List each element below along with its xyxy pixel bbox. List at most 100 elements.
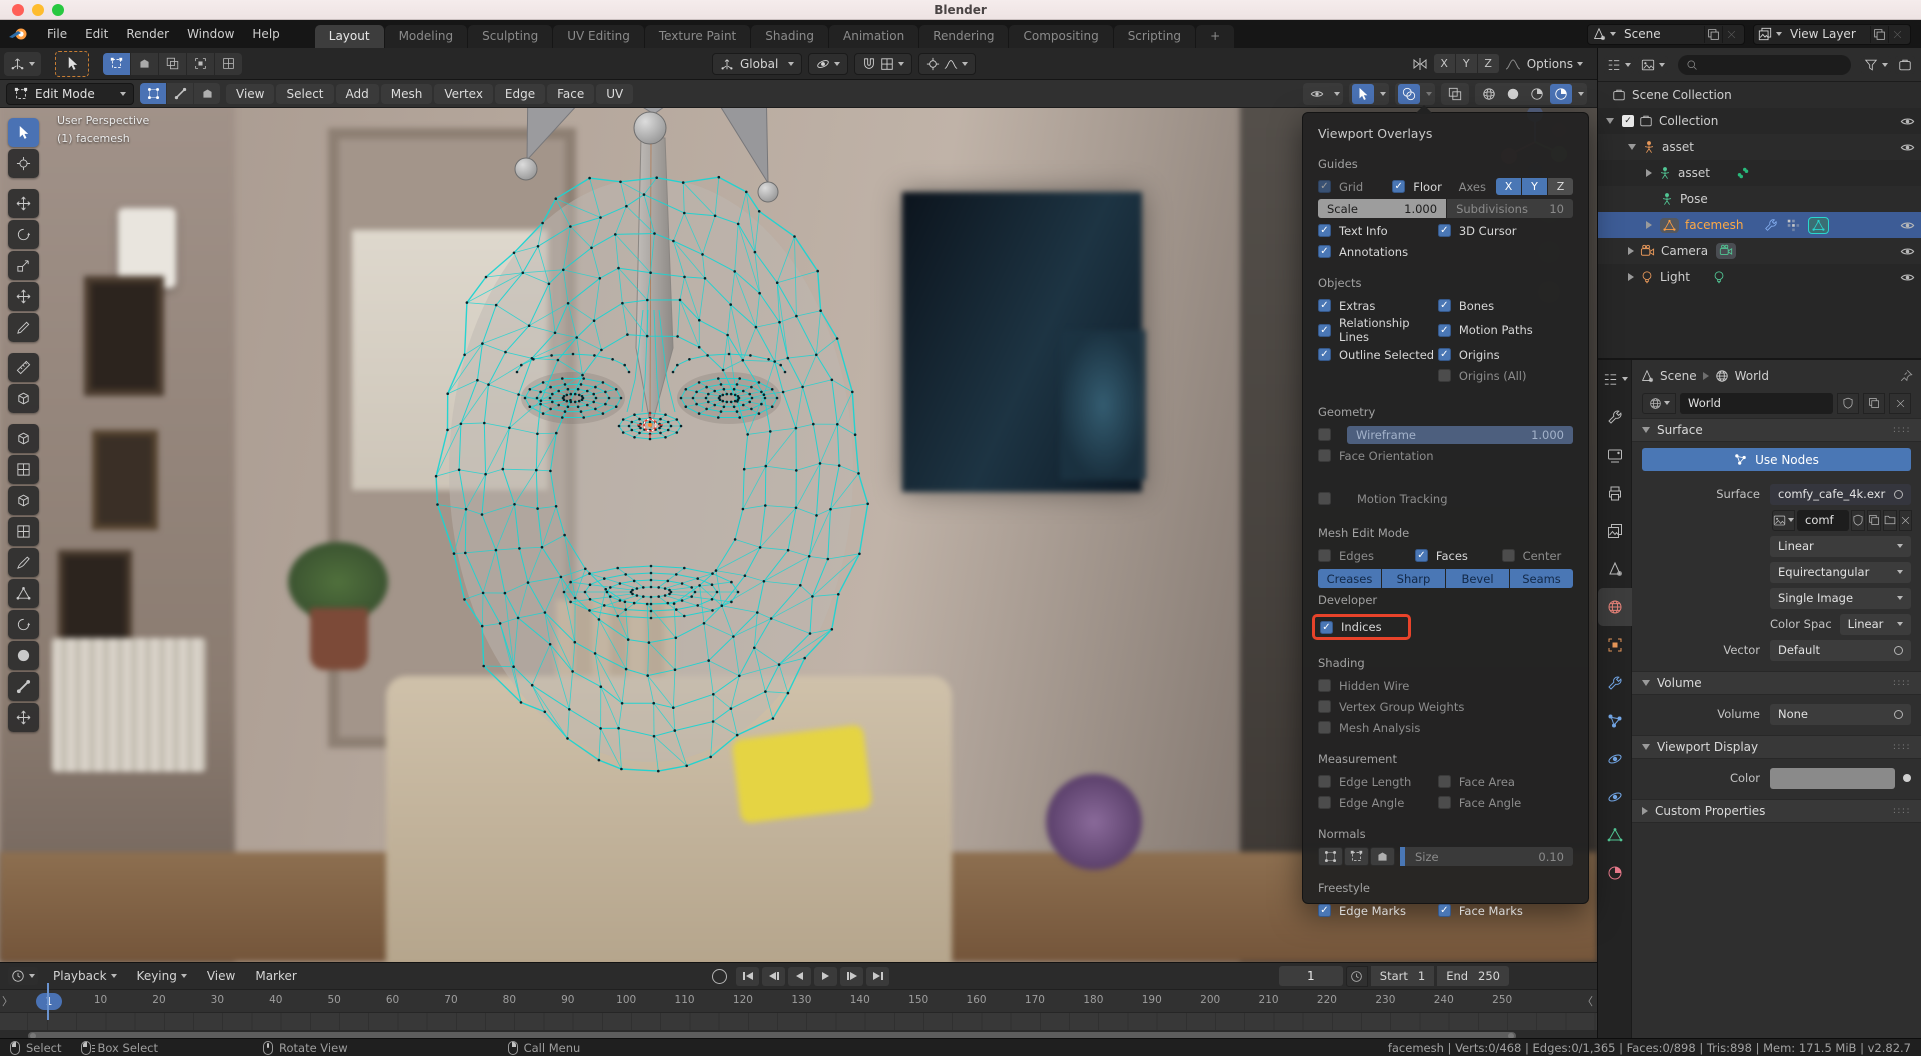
faces-checkbox[interactable]: Faces (1415, 549, 1502, 563)
tool-scale-button[interactable] (8, 251, 39, 280)
outliner-search-input[interactable] (1678, 55, 1851, 75)
world-datablock-dropdown[interactable] (1642, 393, 1676, 414)
eye-icon[interactable] (1900, 114, 1915, 129)
surface-section-header[interactable]: Surface:::: (1632, 418, 1921, 442)
image-datablock-dropdown[interactable] (1772, 510, 1795, 531)
motion-paths-checkbox[interactable]: Motion Paths (1438, 323, 1533, 337)
workspace-tab-animation[interactable]: Animation (829, 25, 918, 48)
indices-checkbox[interactable]: Indices (1320, 620, 1382, 634)
delete-scene-button[interactable] (1722, 26, 1740, 43)
scene-name[interactable]: Scene (1616, 27, 1704, 41)
volume-section-header[interactable]: Volume:::: (1632, 671, 1921, 695)
outliner-row-camera[interactable]: Camera (1598, 238, 1921, 264)
properties-tab-render[interactable] (1598, 436, 1632, 474)
menu-playback[interactable]: Playback (44, 966, 126, 986)
mode-dropdown[interactable]: Edit Mode (6, 83, 134, 105)
show-overlays-toggle[interactable] (1398, 84, 1420, 104)
eye-icon[interactable] (1900, 218, 1915, 233)
workspace-tab-layout[interactable]: Layout (315, 25, 384, 48)
edge-select-button[interactable] (167, 83, 193, 104)
floor-checkbox[interactable]: Floor (1392, 180, 1458, 194)
workspace-tab-compositing[interactable]: Compositing (1009, 25, 1112, 48)
outliner-row-scene-collection[interactable]: Scene Collection (1598, 82, 1921, 108)
select-invert-button[interactable] (187, 53, 214, 75)
shading-solid-button[interactable] (1502, 84, 1524, 104)
active-tool-button[interactable] (55, 51, 89, 77)
menu-view[interactable]: View (226, 84, 274, 104)
eye-icon[interactable] (1900, 140, 1915, 155)
menu-select[interactable]: Select (276, 84, 333, 104)
face-area-checkbox[interactable]: Face Area (1438, 775, 1515, 789)
menu-mesh[interactable]: Mesh (381, 84, 433, 104)
tool-bevel-button[interactable] (8, 486, 39, 515)
edges-checkbox[interactable]: Edges (1318, 549, 1415, 563)
playhead[interactable] (47, 983, 49, 1020)
color-space-dropdown[interactable]: Linear (1840, 614, 1911, 635)
tool-add-cube-button[interactable] (8, 384, 39, 413)
custom-properties-section-header[interactable]: Custom Properties:::: (1632, 799, 1921, 823)
timeline-editor-dropdown[interactable] (8, 967, 38, 985)
expand-left-icon[interactable]: 〉 (2, 993, 13, 1009)
properties-editor-type-dropdown[interactable] (1598, 360, 1632, 398)
sharp-toggle[interactable]: Sharp (1382, 569, 1445, 588)
outliner-row-asset-armature[interactable]: asset (1598, 134, 1921, 160)
select-extend-button[interactable] (131, 53, 158, 75)
properties-tab-view-layer[interactable] (1598, 512, 1632, 550)
blender-logo-icon[interactable] (8, 26, 30, 42)
current-frame-badge[interactable]: 1 (36, 993, 62, 1010)
play-button[interactable] (814, 967, 837, 986)
fake-user-shield-button[interactable] (1837, 393, 1859, 414)
text-info-checkbox[interactable]: Text Info (1318, 224, 1438, 238)
menu-file[interactable]: File (38, 20, 76, 48)
toggle-xray-button[interactable] (1444, 84, 1466, 104)
split-normals-button[interactable] (1344, 847, 1369, 866)
breadcrumb-world[interactable]: World (1735, 369, 1769, 383)
start-frame-field[interactable]: Start1 (1371, 966, 1434, 986)
menu-help[interactable]: Help (243, 20, 288, 48)
motion-tracking-checkbox[interactable]: Motion Tracking (1303, 488, 1588, 509)
timeline-ruler[interactable]: 1 10203040506070809010011012013014015016… (0, 990, 1597, 1013)
tool-loop-cut-button[interactable] (8, 517, 39, 546)
properties-tab-scene[interactable] (1598, 550, 1632, 588)
disclosure-icon[interactable] (1628, 144, 1636, 150)
outline-selected-checkbox[interactable]: Outline Selected (1318, 348, 1438, 362)
origins-all-checkbox[interactable]: Origins (All) (1438, 369, 1527, 383)
menu-edit[interactable]: Edit (76, 20, 117, 48)
menu-vertex[interactable]: Vertex (434, 84, 493, 104)
menu-face[interactable]: Face (547, 84, 594, 104)
select-intersect-button[interactable] (215, 53, 242, 75)
wireframe-checkbox[interactable] (1318, 428, 1331, 441)
unlink-image-button[interactable] (1899, 510, 1912, 531)
face-marks-checkbox[interactable]: Face Marks (1438, 904, 1523, 918)
mirror-y-button[interactable]: Y (1456, 54, 1477, 73)
vertex-normals-button[interactable] (1318, 847, 1343, 866)
view-layer-icon[interactable] (1758, 27, 1772, 41)
delete-view-layer-button[interactable] (1888, 26, 1906, 43)
play-reverse-button[interactable] (788, 967, 811, 986)
source-dropdown[interactable]: Single Image (1770, 588, 1911, 609)
relationship-lines-checkbox[interactable]: Relationship Lines (1318, 316, 1438, 344)
origins-checkbox[interactable]: Origins (1438, 348, 1500, 362)
outliner-row-light[interactable]: Light (1598, 264, 1921, 290)
fake-user-shield-button[interactable] (1851, 510, 1865, 531)
outliner-row-pose[interactable]: Pose (1598, 186, 1921, 212)
menu-view-timeline[interactable]: View (198, 966, 244, 986)
face-orientation-checkbox[interactable]: Face Orientation (1303, 445, 1588, 466)
properties-tab-output[interactable] (1598, 474, 1632, 512)
display-mode-dropdown[interactable] (1604, 56, 1634, 74)
view-layer-name[interactable]: View Layer (1782, 27, 1870, 41)
workspace-tab-sculpting[interactable]: Sculpting (468, 25, 552, 48)
properties-tab-physics[interactable] (1598, 740, 1632, 778)
properties-tab-world[interactable] (1598, 588, 1632, 626)
properties-tab-object[interactable] (1598, 626, 1632, 664)
tool-move-button[interactable] (8, 189, 39, 218)
outliner-filter-dropdown[interactable] (1638, 56, 1668, 74)
disclosure-icon[interactable] (1628, 247, 1634, 255)
copy-image-button[interactable] (1867, 510, 1881, 531)
tool-rotate-button[interactable] (8, 220, 39, 249)
shading-wireframe-button[interactable] (1478, 84, 1500, 104)
seams-toggle[interactable]: Seams (1510, 569, 1573, 588)
use-nodes-button[interactable]: Use Nodes (1642, 448, 1911, 471)
bones-checkbox[interactable]: Bones (1438, 299, 1494, 313)
disclosure-icon[interactable] (1628, 273, 1634, 281)
